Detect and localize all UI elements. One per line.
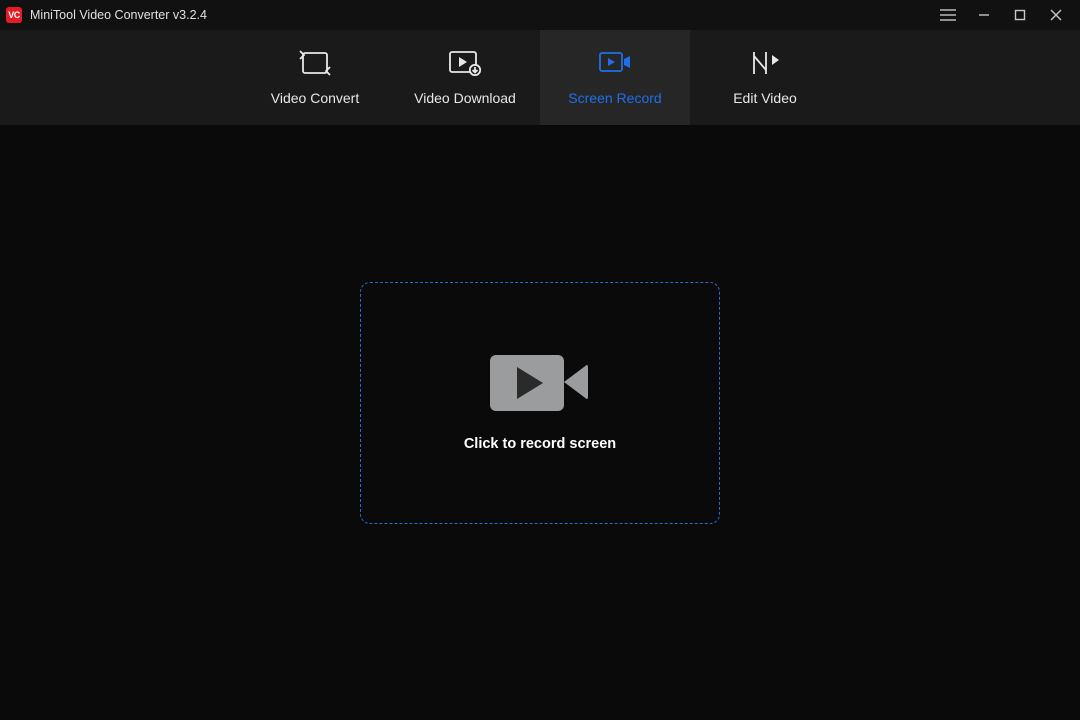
close-button[interactable] [1038,0,1074,30]
minimize-button[interactable] [966,0,1002,30]
tab-video-convert[interactable]: Video Convert [240,30,390,125]
camera-icon [490,354,590,412]
app-title: MiniTool Video Converter v3.2.4 [30,8,207,22]
tab-label: Video Convert [271,90,359,106]
screen-record-icon [598,50,632,76]
tab-label: Screen Record [568,90,661,106]
tab-label: Video Download [414,90,516,106]
close-icon [1050,9,1062,21]
titlebar: VC MiniTool Video Converter v3.2.4 [0,0,1080,30]
maximize-icon [1014,9,1026,21]
tab-label: Edit Video [733,90,797,106]
tab-screen-record[interactable]: Screen Record [540,30,690,125]
record-screen-label: Click to record screen [464,436,616,452]
main-content: Click to record screen [0,125,1080,720]
app-logo: VC [6,7,22,23]
download-icon [448,50,482,76]
hamburger-icon [940,9,956,21]
tab-edit-video[interactable]: Edit Video [690,30,840,125]
maximize-button[interactable] [1002,0,1038,30]
main-tabs: Video Convert Video Download Screen Reco… [0,30,1080,125]
edit-video-icon [750,50,780,76]
hamburger-menu-button[interactable] [930,0,966,30]
minimize-icon [978,9,990,21]
convert-icon [299,50,331,76]
app-logo-text: VC [8,10,20,20]
tab-video-download[interactable]: Video Download [390,30,540,125]
record-screen-button[interactable]: Click to record screen [360,282,720,524]
